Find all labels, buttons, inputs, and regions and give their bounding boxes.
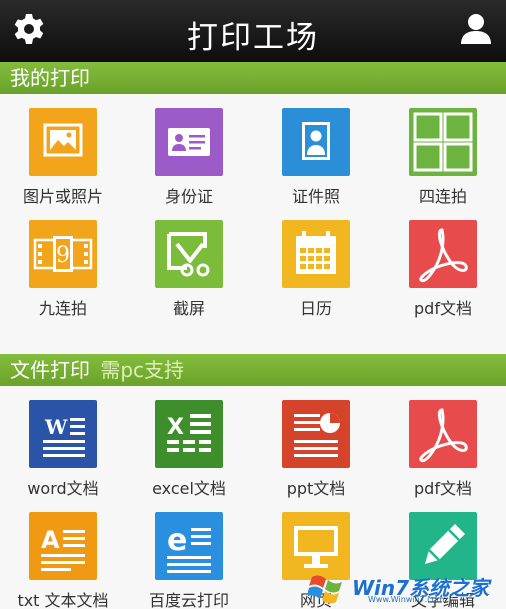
section-header-file-print: 文件打印 需pc支持: [0, 354, 506, 386]
section-title: 文件打印: [10, 358, 90, 382]
tile-screenshot[interactable]: 截屏: [126, 220, 252, 319]
ppt-icon: [282, 400, 350, 468]
tile-pdf[interactable]: pdf文档: [380, 220, 506, 319]
tile-id-card[interactable]: 身份证: [126, 108, 252, 207]
word-icon: W: [29, 400, 97, 468]
tile-label: 九连拍: [38, 299, 87, 318]
screenshot-scissors-icon: [155, 220, 223, 288]
tile-label: word文档: [27, 479, 99, 498]
tile-label: excel文档: [152, 479, 226, 498]
tile-label: 截屏: [172, 299, 205, 318]
tile-label: pdf文档: [414, 299, 472, 318]
tile-word[interactable]: W word文档: [0, 400, 126, 499]
tile-label: 日历: [299, 299, 332, 318]
watermark-subtext: Www.Winwin7.com: [368, 595, 445, 604]
tile-label: txt 文本文档: [17, 591, 109, 609]
page-title: 打印工场: [187, 20, 319, 56]
film-nine-icon: 9: [29, 220, 97, 288]
section-header-my-print: 我的打印: [0, 62, 506, 94]
four-grid-icon: [409, 108, 477, 176]
section-title: 我的打印: [10, 66, 90, 90]
svg-text:W: W: [44, 415, 68, 439]
tile-label: 图片或照片: [22, 187, 103, 206]
svg-text:A: A: [41, 526, 60, 554]
top-bar: 打印工场: [0, 0, 506, 62]
tile-label: ppt文档: [286, 479, 346, 498]
tile-pdf-file[interactable]: pdf文档: [380, 400, 506, 499]
tile-photo[interactable]: 图片或照片: [0, 108, 126, 207]
tile-baidu-cloud[interactable]: e 百度云打印: [126, 512, 252, 609]
id-card-icon: [155, 108, 223, 176]
user-icon[interactable]: [460, 12, 492, 44]
tile-nine-shots[interactable]: 9 九连拍: [0, 220, 126, 319]
tile-label: pdf文档: [414, 479, 472, 498]
tile-four-shots[interactable]: 四连拍: [380, 108, 506, 207]
section-note: 需pc支持: [100, 358, 185, 382]
pdf-icon: [409, 400, 477, 468]
svg-text:X: X: [167, 415, 184, 440]
svg-text:9: 9: [56, 243, 70, 268]
tile-excel[interactable]: X excel文档: [126, 400, 252, 499]
tile-label: 身份证: [164, 187, 213, 206]
image-icon: [29, 108, 97, 176]
windows-logo-icon: [308, 575, 342, 604]
tile-id-photo[interactable]: 证件照: [253, 108, 379, 207]
svg-text:e: e: [167, 523, 187, 558]
excel-icon: X: [155, 400, 223, 468]
calendar-icon: [282, 220, 350, 288]
tile-txt[interactable]: A txt 文本文档: [0, 512, 126, 609]
watermark: Win7系统之家 Www.Winwin7.com: [306, 567, 502, 607]
pdf-icon: [409, 220, 477, 288]
tile-label: 证件照: [291, 187, 340, 206]
tile-calendar[interactable]: 日历: [253, 220, 379, 319]
tile-ppt[interactable]: ppt文档: [253, 400, 379, 499]
tile-label: 百度云打印: [148, 591, 229, 609]
tile-label: 四连拍: [418, 187, 467, 206]
text-doc-icon: A: [29, 512, 97, 580]
baidu-cloud-icon: e: [155, 512, 223, 580]
portrait-icon: [282, 108, 350, 176]
